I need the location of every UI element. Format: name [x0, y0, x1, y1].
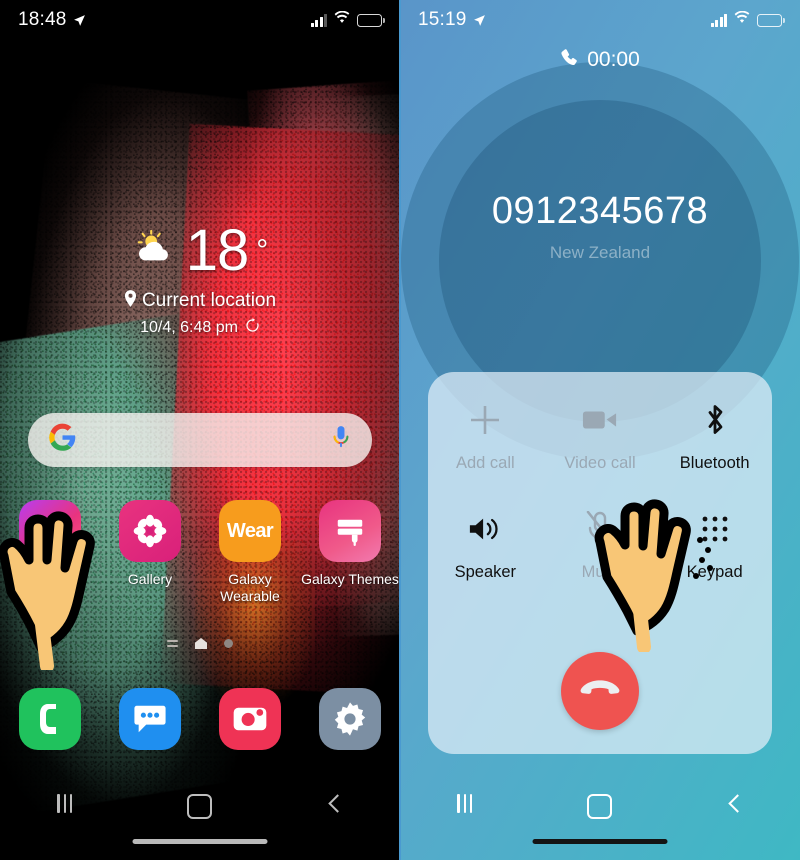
message-bubble-icon [119, 688, 181, 750]
call-timer-row: 00:00 [400, 48, 800, 72]
home-page-icon[interactable] [195, 638, 207, 649]
page-dot-icon[interactable] [224, 639, 233, 648]
cellular-signal-icon [710, 13, 727, 27]
phone-handset-icon [19, 688, 81, 750]
bluetooth-icon [701, 400, 729, 440]
wear-text-icon: Wear [219, 500, 281, 562]
app-galaxy-store[interactable] [0, 500, 100, 604]
gallery-flower-icon [119, 500, 181, 562]
status-bar-left-group: 18:48 [18, 9, 86, 31]
page-indicator [0, 638, 400, 649]
themes-brush-icon [319, 500, 381, 562]
mute-button[interactable]: Mute [543, 509, 658, 582]
app-label: Gallery [127, 571, 173, 587]
google-search-bar[interactable] [28, 413, 372, 467]
dock-item-settings[interactable] [300, 688, 400, 750]
screenshot-stage: 18:48 18 ° Current location 10/4, 6:48 p… [0, 0, 800, 860]
app-galaxy-wearable[interactable]: Wear Galaxy Wearable [200, 500, 300, 604]
status-time: 15:19 [418, 9, 467, 30]
location-arrow-icon [73, 14, 86, 27]
speaker-icon [468, 509, 502, 549]
recents-icon[interactable] [57, 794, 73, 813]
back-icon[interactable] [727, 794, 743, 815]
nav-bar-right [400, 774, 800, 860]
wifi-icon [734, 10, 750, 29]
app-galaxy-themes[interactable]: Galaxy Themes [300, 500, 400, 604]
cellular-signal-icon [310, 13, 327, 27]
keypad-button[interactable]: Keypad [657, 509, 772, 582]
plus-icon [467, 400, 503, 440]
weather-location: Current location [141, 290, 277, 311]
control-label: Add call [455, 454, 515, 472]
control-label: Speaker [454, 563, 517, 581]
weather-temp-row: 18 ° [0, 222, 400, 280]
control-label: Mute [581, 563, 619, 581]
home-indicator-bar[interactable] [132, 839, 268, 844]
dock [0, 688, 400, 750]
app-grid: Gallery Wear Galaxy Wearable Galaxy Them… [0, 500, 400, 604]
status-bar-right: 15:19 [400, 0, 800, 40]
video-call-button[interactable]: Video call [543, 400, 658, 473]
keypad-icon [700, 509, 730, 549]
wifi-icon [334, 10, 350, 29]
status-bar-left: 18:48 [0, 0, 400, 40]
battery-icon [757, 13, 785, 27]
call-screen-panel: 15:19 00:00 0912345678 New Zealand Add c… [400, 0, 800, 860]
battery-icon [357, 13, 385, 27]
panel-divider [399, 0, 401, 860]
call-country: New Zealand [549, 243, 651, 262]
call-controls-panel: Add call Video call Bluetooth Speaker Mu… [428, 372, 772, 754]
galaxy-store-icon [19, 500, 81, 562]
refresh-icon[interactable] [245, 318, 260, 338]
recents-icon[interactable] [457, 794, 473, 813]
status-bar-left-group: 15:19 [418, 9, 486, 31]
call-phone-number: 0912345678 [491, 190, 709, 232]
add-call-button[interactable]: Add call [428, 400, 543, 473]
google-g-icon [48, 423, 77, 457]
microphone-off-icon [585, 509, 615, 549]
dock-item-phone[interactable] [0, 688, 100, 750]
control-label: Keypad [686, 563, 743, 581]
app-gallery[interactable]: Gallery [100, 500, 200, 604]
end-call-button[interactable] [561, 652, 639, 730]
dock-item-camera[interactable] [200, 688, 300, 750]
app-label: Galaxy Themes [301, 571, 399, 587]
control-label: Video call [564, 454, 636, 472]
video-camera-icon [582, 400, 618, 440]
speaker-button[interactable]: Speaker [428, 509, 543, 582]
status-time: 18:48 [18, 9, 67, 30]
status-bar-right-group [710, 10, 785, 29]
back-icon[interactable] [327, 794, 343, 815]
status-bar-right-group [310, 10, 385, 29]
weather-degree-symbol: ° [256, 234, 269, 267]
home-indicator-bar[interactable] [532, 839, 668, 844]
phone-handset-icon [560, 48, 578, 72]
camera-icon [219, 688, 281, 750]
end-call-handset-icon [580, 678, 620, 705]
home-icon[interactable] [187, 794, 213, 819]
location-arrow-icon [473, 14, 486, 27]
call-timer: 00:00 [587, 48, 640, 71]
app-label: Galaxy Wearable [220, 571, 280, 604]
microphone-icon[interactable] [330, 425, 352, 456]
weather-temperature: 18 [185, 218, 250, 283]
map-pin-icon [124, 290, 137, 312]
weather-updated-row: 10/4, 6:48 pm [0, 318, 400, 338]
wear-icon-text: Wear [226, 519, 274, 542]
control-label: Bluetooth [679, 454, 750, 472]
home-screen-panel: 18:48 18 ° Current location 10/4, 6:48 p… [0, 0, 400, 860]
call-controls-grid: Add call Video call Bluetooth Speaker Mu… [428, 400, 772, 582]
app-list-icon[interactable] [167, 640, 178, 647]
bluetooth-button[interactable]: Bluetooth [657, 400, 772, 473]
partly-cloudy-icon [132, 229, 178, 274]
weather-location-row: Current location [0, 290, 400, 312]
home-icon[interactable] [587, 794, 613, 819]
weather-widget[interactable]: 18 ° Current location 10/4, 6:48 pm [0, 222, 400, 338]
dock-item-messages[interactable] [100, 688, 200, 750]
gear-icon [319, 688, 381, 750]
nav-bar-left [0, 774, 400, 860]
weather-updated-time: 10/4, 6:48 pm [140, 319, 238, 336]
